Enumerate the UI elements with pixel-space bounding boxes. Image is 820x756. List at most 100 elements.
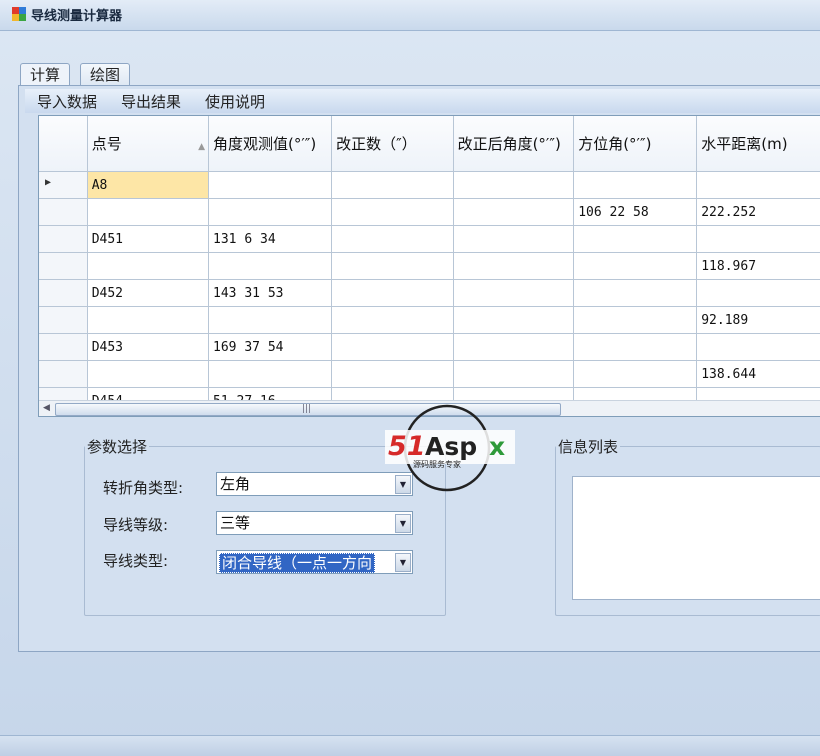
- cell-angle[interactable]: [208, 198, 333, 226]
- row-header[interactable]: ▶: [39, 171, 88, 199]
- cell-point[interactable]: [87, 198, 210, 226]
- cell-azimuth[interactable]: [573, 225, 698, 253]
- cell-distance[interactable]: [696, 333, 820, 361]
- cell-corrected-angle[interactable]: [453, 279, 575, 307]
- app-icon: [12, 7, 26, 21]
- turn-angle-label: 转折角类型:: [103, 479, 184, 497]
- cell-corrected-angle[interactable]: [453, 306, 575, 334]
- cell-distance[interactable]: [696, 171, 820, 199]
- cell-angle[interactable]: 143 31 53: [208, 279, 333, 307]
- chevron-down-icon[interactable]: ▼: [395, 553, 411, 572]
- params-legend: 参数选择: [87, 438, 148, 456]
- col-header-angle[interactable]: 角度观测值(°′″): [208, 116, 333, 172]
- cell-azimuth[interactable]: [573, 360, 698, 388]
- cell-azimuth[interactable]: [573, 306, 698, 334]
- cell-azimuth[interactable]: [573, 279, 698, 307]
- cell-point[interactable]: D451: [87, 225, 210, 253]
- chevron-down-icon[interactable]: ▼: [395, 514, 411, 533]
- table-row[interactable]: ▶ A8: [39, 171, 820, 199]
- col-header-correction[interactable]: 改正数（″）: [331, 116, 454, 172]
- table-row[interactable]: 106 22 58 222.252: [39, 198, 820, 226]
- table-row[interactable]: 138.644: [39, 360, 820, 388]
- cell-corrected-angle[interactable]: [453, 360, 575, 388]
- cell-distance[interactable]: 222.252: [696, 198, 820, 226]
- table-row[interactable]: 92.189: [39, 306, 820, 334]
- cell-correction[interactable]: [331, 360, 454, 388]
- col-header-distance[interactable]: 水平距离(m): [696, 116, 820, 172]
- cell-correction[interactable]: [331, 333, 454, 361]
- grip-icon: |||: [302, 404, 312, 414]
- menu-help[interactable]: 使用说明: [205, 91, 265, 112]
- cell-distance[interactable]: [696, 225, 820, 253]
- window-title: 导线测量计算器: [31, 9, 123, 24]
- cell-angle[interactable]: 169 37 54: [208, 333, 333, 361]
- cell-point[interactable]: D452: [87, 279, 210, 307]
- cell-corrected-angle[interactable]: [453, 171, 575, 199]
- watermark-slogan: 源码服务专家: [413, 459, 461, 469]
- menu-import[interactable]: 导入数据: [37, 91, 97, 112]
- col-header-point[interactable]: 点号 ▲: [87, 116, 210, 172]
- cell-azimuth[interactable]: 106 22 58: [573, 198, 698, 226]
- info-legend: 信息列表: [558, 438, 619, 456]
- cell-distance[interactable]: [696, 279, 820, 307]
- cell-azimuth[interactable]: [573, 252, 698, 280]
- turn-angle-select[interactable]: 左角 ▼: [216, 472, 413, 496]
- cell-distance[interactable]: 138.644: [696, 360, 820, 388]
- traverse-type-value: 闭合导线（一点一方向: [219, 553, 376, 573]
- cell-angle[interactable]: [208, 360, 333, 388]
- cell-corrected-angle[interactable]: [453, 198, 575, 226]
- cell-correction[interactable]: [331, 279, 454, 307]
- row-header[interactable]: [39, 252, 88, 280]
- title-bar: 导线测量计算器: [0, 0, 820, 31]
- grid-corner: [39, 116, 88, 172]
- cell-corrected-angle[interactable]: [453, 252, 575, 280]
- cell-angle[interactable]: 131 6 34: [208, 225, 333, 253]
- cell-corrected-angle[interactable]: [453, 225, 575, 253]
- turn-angle-value: 左角: [220, 475, 251, 493]
- cell-corrected-angle[interactable]: [453, 333, 575, 361]
- status-bar: [0, 735, 820, 756]
- col-header-corrected-angle[interactable]: 改正后角度(°′″): [453, 116, 575, 172]
- traverse-type-select[interactable]: 闭合导线（一点一方向 ▼: [216, 550, 413, 574]
- cell-point[interactable]: A8: [87, 171, 210, 199]
- cell-angle[interactable]: [208, 252, 333, 280]
- row-header[interactable]: [39, 279, 88, 307]
- menu-export[interactable]: 导出结果: [121, 91, 181, 112]
- watermark-brand-red: 51: [388, 431, 426, 462]
- data-grid[interactable]: 点号 ▲ 角度观测值(°′″) 改正数（″） 改正后角度(°′″) 方位角(°′″…: [38, 115, 820, 417]
- table-row[interactable]: D453 169 37 54: [39, 333, 820, 361]
- cell-angle[interactable]: [208, 171, 333, 199]
- cell-azimuth[interactable]: [573, 171, 698, 199]
- cell-distance[interactable]: 92.189: [696, 306, 820, 334]
- cell-correction[interactable]: [331, 198, 454, 226]
- cell-azimuth[interactable]: [573, 333, 698, 361]
- row-header[interactable]: [39, 306, 88, 334]
- table-row[interactable]: 118.967: [39, 252, 820, 280]
- cell-correction[interactable]: [331, 306, 454, 334]
- menu-bar: 导入数据 导出结果 使用说明: [25, 89, 820, 113]
- table-row[interactable]: D451 131 6 34: [39, 225, 820, 253]
- cell-correction[interactable]: [331, 171, 454, 199]
- cell-correction[interactable]: [331, 225, 454, 253]
- scroll-left-icon[interactable]: ◀: [39, 401, 54, 416]
- info-list[interactable]: [572, 476, 820, 600]
- row-header[interactable]: [39, 225, 88, 253]
- cell-point[interactable]: D453: [87, 333, 210, 361]
- tab-draw[interactable]: 绘图: [80, 63, 131, 86]
- watermark-logo: 51 Asp x 源码服务专家: [385, 404, 515, 492]
- cell-point[interactable]: [87, 306, 210, 334]
- row-header[interactable]: [39, 333, 88, 361]
- col-header-azimuth[interactable]: 方位角(°′″): [573, 116, 698, 172]
- cell-distance[interactable]: 118.967: [696, 252, 820, 280]
- tab-calc[interactable]: 计算: [20, 63, 71, 86]
- watermark-brand-dark: Asp: [425, 432, 477, 461]
- cell-point[interactable]: [87, 252, 210, 280]
- row-header[interactable]: [39, 198, 88, 226]
- grade-value: 三等: [220, 514, 251, 532]
- cell-angle[interactable]: [208, 306, 333, 334]
- cell-correction[interactable]: [331, 252, 454, 280]
- cell-point[interactable]: [87, 360, 210, 388]
- grade-select[interactable]: 三等 ▼: [216, 511, 413, 535]
- row-header[interactable]: [39, 360, 88, 388]
- table-row[interactable]: D452 143 31 53: [39, 279, 820, 307]
